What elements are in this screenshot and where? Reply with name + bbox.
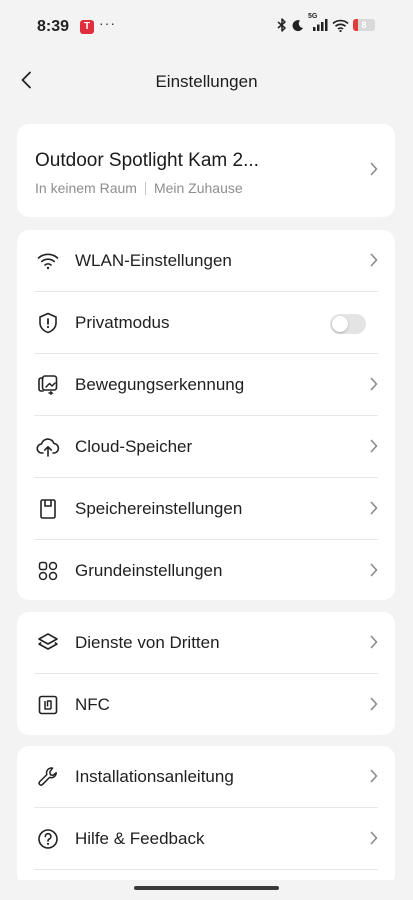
chevron-right-icon xyxy=(370,377,378,396)
do-not-disturb-moon-icon xyxy=(291,19,304,32)
settings-item-label: Grundeinstellungen xyxy=(75,561,223,580)
status-icons: 5G 8 xyxy=(277,13,375,32)
cellular-signal-icon: 5G xyxy=(308,13,328,32)
header: Einstellungen xyxy=(0,58,413,106)
status-bar: 8:39 T ··· 5G 8 xyxy=(0,0,413,50)
cloud-upload-icon xyxy=(36,435,60,459)
battery-icon: 8 xyxy=(353,19,375,31)
settings-item-label: Bewegungserkennung xyxy=(75,375,245,394)
chevron-right-icon xyxy=(370,697,378,716)
bluetooth-icon xyxy=(277,18,287,32)
settings-item-cloud-speicher[interactable]: Cloud-Speicher xyxy=(17,416,395,478)
settings-item-label: Privatmodus xyxy=(75,313,170,332)
chevron-right-icon xyxy=(370,162,378,181)
settings-item-label: Speichereinstellungen xyxy=(75,499,243,518)
settings-item-label: WLAN-Einstellungen xyxy=(75,251,232,270)
settings-item-label: Hilfe & Feedback xyxy=(75,829,205,848)
help-icon xyxy=(36,827,60,851)
settings-item-nfc[interactable]: NFC xyxy=(17,674,395,736)
shield-icon xyxy=(36,311,60,335)
settings-item-label: NFC xyxy=(75,695,110,714)
settings-item-label: Cloud-Speicher xyxy=(75,437,193,456)
nfc-icon xyxy=(36,693,60,717)
sd-card-icon xyxy=(36,497,60,521)
app-notification-icon: T xyxy=(80,20,94,34)
chevron-right-icon xyxy=(370,635,378,654)
settings-item-grundeinstellungen[interactable]: Grundeinstellungen xyxy=(17,540,395,602)
settings-item-dienste-von-dritten[interactable]: Dienste von Dritten xyxy=(17,612,395,674)
chevron-right-icon xyxy=(370,501,378,520)
motion-detection-icon xyxy=(36,373,60,397)
settings-item-installationsanleitung[interactable]: Installationsanleitung xyxy=(17,746,395,808)
wrench-icon xyxy=(36,765,60,789)
bottom-shade xyxy=(0,880,413,900)
device-location: In keinem Raum Mein Zuhause xyxy=(35,180,243,196)
divider xyxy=(34,869,378,870)
chevron-right-icon xyxy=(370,769,378,788)
settings-group-support: Installationsanleitung Hilfe & Feedback xyxy=(17,746,395,886)
settings-item-hilfe-feedback[interactable]: Hilfe & Feedback xyxy=(17,808,395,870)
device-room: In keinem Raum xyxy=(35,180,137,196)
chevron-right-icon xyxy=(370,439,378,458)
device-name: Outdoor Spotlight Kam 2... xyxy=(35,150,259,171)
privatmodus-toggle[interactable] xyxy=(330,314,366,334)
home-indicator[interactable] xyxy=(134,886,279,890)
wifi-status-icon xyxy=(332,19,349,32)
settings-item-bewegungserkennung[interactable]: Bewegungserkennung xyxy=(17,354,395,416)
page-title: Einstellungen xyxy=(155,72,258,91)
settings-item-privatmodus: Privatmodus xyxy=(17,292,395,354)
layers-icon xyxy=(36,631,60,655)
chevron-right-icon xyxy=(370,563,378,582)
battery-level: 8 xyxy=(361,20,367,30)
settings-item-speichereinstellungen[interactable]: Speichereinstellungen xyxy=(17,478,395,540)
chevron-right-icon xyxy=(370,831,378,850)
device-home: Mein Zuhause xyxy=(153,180,243,196)
toggle-knob xyxy=(332,316,348,332)
device-info-card[interactable]: Outdoor Spotlight Kam 2... In keinem Rau… xyxy=(17,124,395,217)
settings-item-label: Dienste von Dritten xyxy=(75,633,220,652)
chevron-right-icon xyxy=(370,253,378,272)
status-time: 8:39 xyxy=(37,18,70,35)
settings-group-integrations: Dienste von Dritten NFC xyxy=(17,612,395,735)
more-notifications-icon: ··· xyxy=(99,15,116,31)
wifi-icon xyxy=(36,249,60,273)
settings-item-label: Installationsanleitung xyxy=(75,767,234,786)
settings-item-wlan[interactable]: WLAN-Einstellungen xyxy=(17,230,395,292)
grid-icon xyxy=(36,559,60,583)
location-separator xyxy=(144,181,146,195)
settings-group-device: WLAN-Einstellungen Privatmodus Bewegungs… xyxy=(17,230,395,600)
